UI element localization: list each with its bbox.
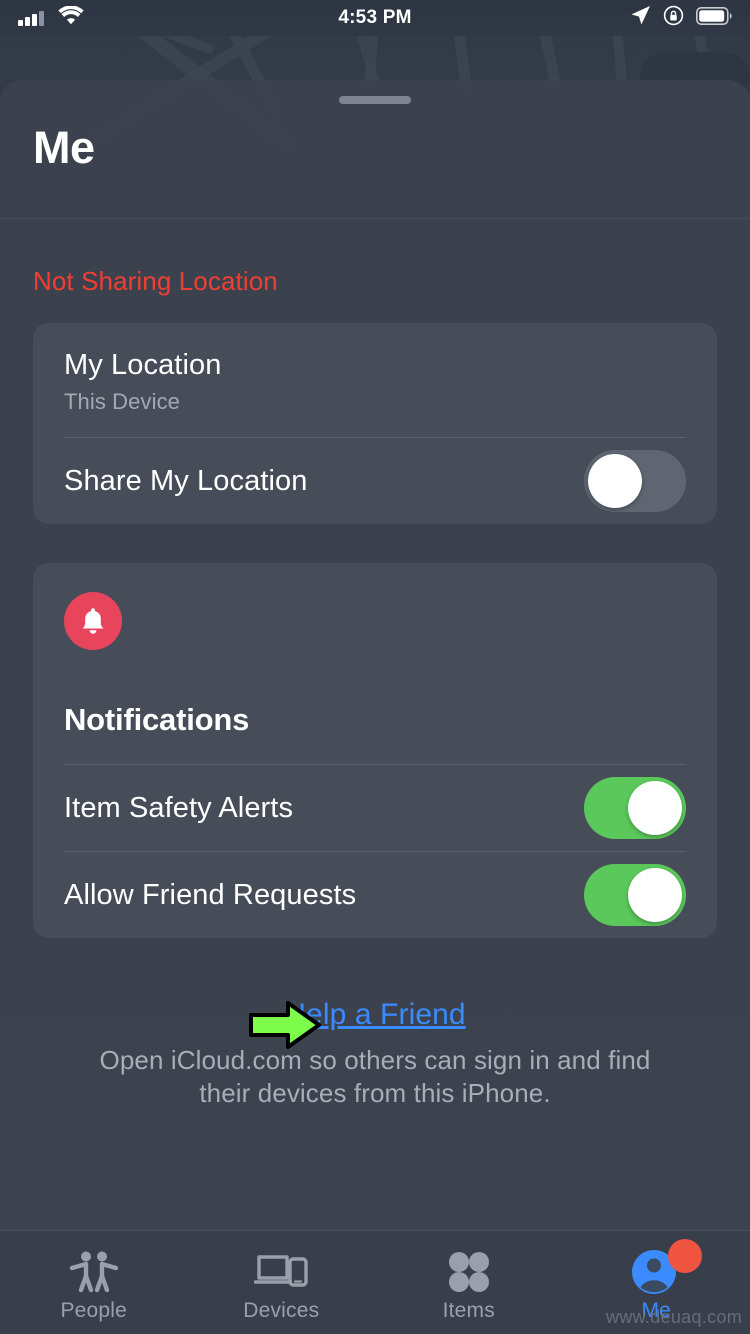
allow-friend-requests-toggle[interactable] <box>584 864 686 926</box>
my-location-card: My Location This Device Share My Locatio… <box>33 323 717 524</box>
battery-icon <box>696 6 732 30</box>
toggle-knob <box>628 781 682 835</box>
share-my-location-row[interactable]: Share My Location <box>33 438 717 524</box>
status-bar-right <box>496 5 732 31</box>
devices-icon <box>254 1248 308 1296</box>
me-tab-badge <box>668 1239 703 1273</box>
items-icon <box>447 1248 491 1296</box>
wifi-icon <box>57 5 84 30</box>
item-safety-alerts-toggle[interactable] <box>584 777 686 839</box>
help-a-friend-line: Help a Friend <box>33 998 717 1049</box>
my-location-row[interactable]: My Location This Device <box>33 323 717 437</box>
help-a-friend-block: Help a Friend Open iCloud.com so others … <box>33 998 717 1111</box>
share-my-location-label: Share My Location <box>64 464 308 497</box>
item-safety-alerts-label: Item Safety Alerts <box>64 791 294 824</box>
tab-devices[interactable]: Devices <box>188 1231 376 1334</box>
allow-friend-requests-row[interactable]: Allow Friend Requests <box>33 852 717 938</box>
notifications-card: Notifications Item Safety Alerts Allow F… <box>33 563 717 938</box>
sheet-header: Me <box>0 104 750 219</box>
help-a-friend-description: Open iCloud.com so others can sign in an… <box>99 1045 651 1109</box>
share-my-location-toggle[interactable] <box>584 450 686 512</box>
status-bar: 4:53 PM <box>0 0 750 36</box>
rotation-lock-icon <box>663 5 684 31</box>
allow-friend-requests-label: Allow Friend Requests <box>64 878 357 911</box>
bell-icon <box>64 592 122 650</box>
tab-items[interactable]: Items <box>375 1231 563 1334</box>
page-title: Me <box>33 122 95 173</box>
item-safety-alerts-row[interactable]: Item Safety Alerts <box>33 765 717 851</box>
status-bar-clock: 4:53 PM <box>338 7 412 28</box>
notifications-header: Notifications <box>33 563 717 764</box>
tab-items-label: Items <box>442 1299 495 1322</box>
sharing-status-text: Not Sharing Location <box>33 266 278 296</box>
watermark-text: www.deuaq.com <box>606 1307 742 1327</box>
location-arrow-icon <box>630 5 651 31</box>
toggle-knob <box>588 454 642 508</box>
tab-people-label: People <box>60 1299 128 1322</box>
green-arrow-annotation-icon <box>248 1001 322 1049</box>
cellular-signal-icon <box>18 10 44 26</box>
sheet-drag-handle[interactable] <box>339 96 411 104</box>
my-location-subtitle: This Device <box>64 389 181 414</box>
notifications-title: Notifications <box>64 702 250 737</box>
toggle-knob <box>628 868 682 922</box>
tab-devices-label: Devices <box>243 1299 320 1322</box>
status-bar-left <box>18 5 254 30</box>
sheet-scroll-area[interactable]: Not Sharing Location My Location This De… <box>0 219 750 1278</box>
tab-people[interactable]: People <box>0 1231 188 1334</box>
me-sheet: Me Not Sharing Location My Location This… <box>0 80 750 1334</box>
my-location-title: My Location <box>64 349 222 381</box>
people-icon <box>68 1248 120 1296</box>
